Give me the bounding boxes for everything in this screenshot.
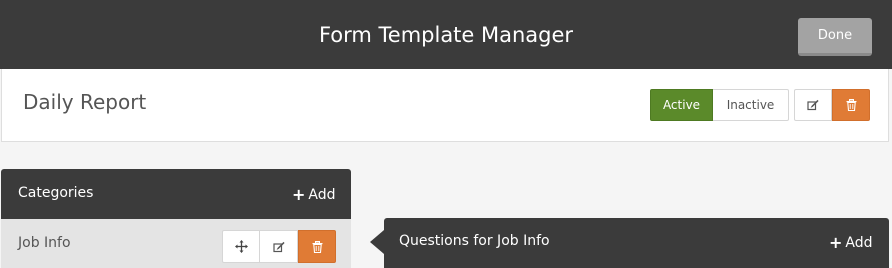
pencil-square-icon bbox=[807, 99, 819, 111]
add-question-button[interactable]: + Add bbox=[829, 234, 873, 252]
status-inactive-button[interactable]: Inactive bbox=[713, 89, 789, 121]
questions-pointer-arrow bbox=[370, 230, 384, 254]
move-arrows-icon bbox=[234, 240, 248, 253]
top-bar: Form Template Manager Done bbox=[0, 0, 892, 69]
category-label: Job Info bbox=[18, 235, 71, 251]
edit-template-button[interactable] bbox=[794, 89, 832, 121]
add-category-button[interactable]: + Add bbox=[292, 186, 336, 204]
category-row[interactable]: Job Info bbox=[1, 219, 351, 268]
template-card: Daily Report Active Inactive bbox=[1, 69, 889, 142]
move-category-button[interactable] bbox=[222, 230, 260, 263]
form-template-manager-page: Form Template Manager Done Daily Report … bbox=[0, 0, 892, 268]
categories-header: Categories + Add bbox=[1, 169, 351, 219]
status-toggle-group: Active Inactive bbox=[650, 89, 789, 121]
questions-title: Questions for Job Info bbox=[399, 233, 550, 249]
page-title: Form Template Manager bbox=[318, 23, 574, 47]
add-category-label: Add bbox=[308, 187, 336, 203]
category-actions bbox=[222, 230, 336, 263]
plus-icon: + bbox=[829, 233, 843, 252]
plus-icon: + bbox=[292, 185, 306, 204]
add-question-label: Add bbox=[845, 235, 873, 251]
edit-category-button[interactable] bbox=[260, 230, 298, 263]
delete-category-button[interactable] bbox=[298, 230, 336, 263]
delete-template-button[interactable] bbox=[832, 89, 870, 121]
status-active-button[interactable]: Active bbox=[650, 89, 713, 121]
questions-panel-header: Questions for Job Info + Add bbox=[384, 218, 889, 268]
categories-panel: Categories + Add Job Info bbox=[1, 169, 351, 268]
categories-title: Categories bbox=[18, 185, 94, 201]
trash-icon bbox=[312, 240, 323, 253]
done-button[interactable]: Done bbox=[798, 18, 872, 56]
template-name: Daily Report bbox=[23, 90, 147, 114]
pencil-square-icon bbox=[272, 241, 285, 253]
trash-icon bbox=[846, 99, 857, 111]
template-actions bbox=[794, 89, 870, 121]
